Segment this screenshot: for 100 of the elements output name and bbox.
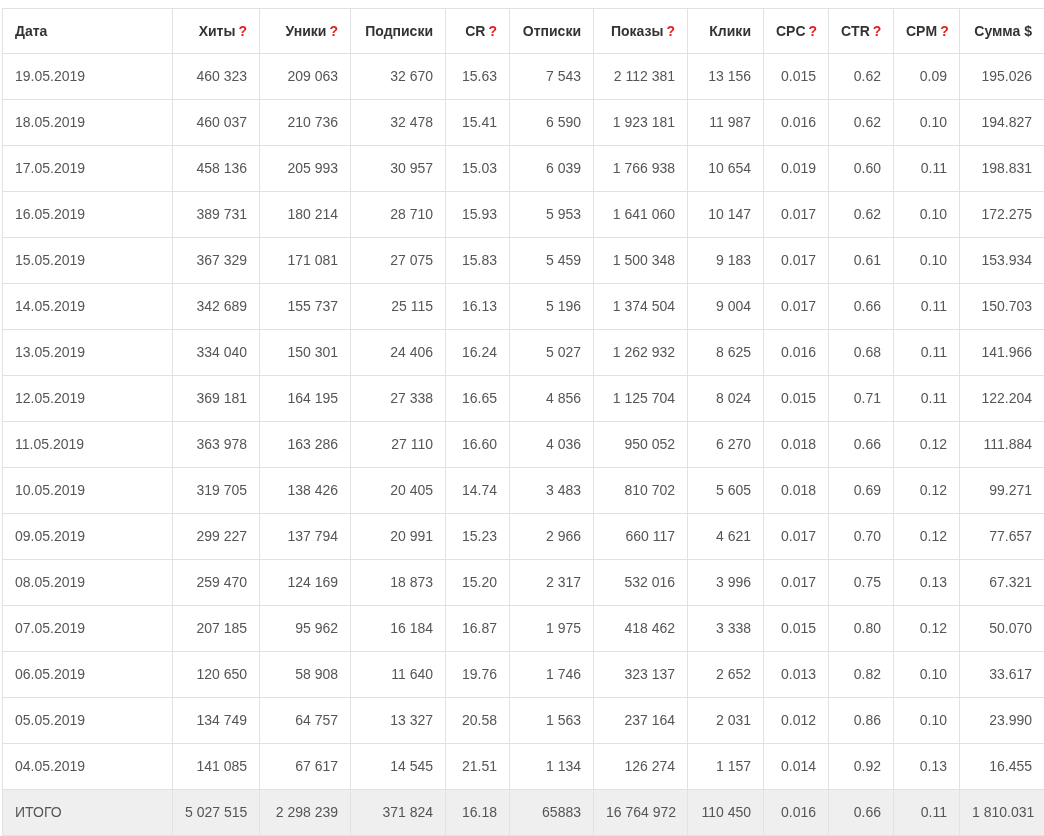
table-cell: 08.05.2019: [2, 559, 173, 606]
column-title: Отписки: [522, 22, 581, 39]
help-mark[interactable]: ?: [808, 22, 818, 39]
table-cell: 04.05.2019: [2, 743, 173, 790]
table-cell: 0.012: [763, 697, 829, 744]
table-cell: 5 953: [509, 191, 594, 238]
table-cell: 64 757: [259, 697, 351, 744]
table-cell: 0.13: [893, 743, 960, 790]
table-cell: 660 117: [593, 513, 688, 560]
table-cell: 2 966: [509, 513, 594, 560]
total-cell: 371 824: [350, 789, 446, 836]
table-cell: 0.11: [893, 283, 960, 330]
table-cell: 460 323: [172, 53, 260, 100]
table-cell: 16.24: [445, 329, 510, 376]
table-cell: 0.66: [828, 283, 894, 330]
table-cell: 0.92: [828, 743, 894, 790]
table-cell: 0.68: [828, 329, 894, 376]
table-cell: 1 746: [509, 651, 594, 698]
table-cell: 0.12: [893, 467, 960, 514]
table-cell: 369 181: [172, 375, 260, 422]
table-cell: 18 873: [350, 559, 446, 606]
table-cell: 1 374 504: [593, 283, 688, 330]
table-cell: 24 406: [350, 329, 446, 376]
table-cell: 6 039: [509, 145, 594, 192]
table-cell: 15.05.2019: [2, 237, 173, 284]
help-mark[interactable]: ?: [666, 22, 675, 39]
table-cell: 0.62: [828, 191, 894, 238]
table-cell: 237 164: [593, 697, 688, 744]
help-mark[interactable]: ?: [329, 22, 338, 39]
table-cell: 2 317: [509, 559, 594, 606]
help-mark[interactable]: ?: [238, 22, 247, 39]
help-mark[interactable]: ?: [488, 22, 497, 39]
table-cell: 0.71: [828, 375, 894, 422]
table-cell: 1 500 348: [593, 237, 688, 284]
table-cell: 4 621: [687, 513, 764, 560]
table-cell: 9 183: [687, 237, 764, 284]
table-cell: 0.09: [893, 53, 960, 100]
table-cell: 0.62: [828, 99, 894, 146]
table-cell: 10 654: [687, 145, 764, 192]
table-cell: 134 749: [172, 697, 260, 744]
table-cell: 16.05.2019: [2, 191, 173, 238]
table-cell: 0.013: [763, 651, 829, 698]
total-cell: 110 450: [687, 789, 764, 836]
table-cell: 150 301: [259, 329, 351, 376]
table-cell: 16.60: [445, 421, 510, 468]
table-cell: 1 125 704: [593, 375, 688, 422]
column-title: Подписки: [365, 22, 433, 39]
table-cell: 0.019: [763, 145, 829, 192]
column-title: Показы: [610, 22, 664, 39]
column-title: Клики: [709, 22, 751, 39]
table-cell: 0.75: [828, 559, 894, 606]
table-cell: 334 040: [172, 329, 260, 376]
table-cell: 20.58: [445, 697, 510, 744]
table-cell: 11 640: [350, 651, 446, 698]
table-cell: 6 270: [687, 421, 764, 468]
table-cell: 126 274: [593, 743, 688, 790]
table-cell: 27 110: [350, 421, 446, 468]
table-cell: 0.015: [763, 53, 829, 100]
table-cell: 5 027: [509, 329, 594, 376]
table-cell: 0.016: [763, 329, 829, 376]
table-cell: 10 147: [687, 191, 764, 238]
table-cell: 2 652: [687, 651, 764, 698]
table-cell: 155 737: [259, 283, 351, 330]
table-cell: 319 705: [172, 467, 260, 514]
table-cell: 1 563: [509, 697, 594, 744]
help-mark[interactable]: ?: [872, 22, 882, 39]
table-cell: 13 327: [350, 697, 446, 744]
table-cell: 0.10: [893, 237, 960, 284]
table-cell: 164 195: [259, 375, 351, 422]
table-cell: 13.05.2019: [2, 329, 173, 376]
table-cell: 20 991: [350, 513, 446, 560]
table-cell: 5 459: [509, 237, 594, 284]
table-cell: 3 338: [687, 605, 764, 652]
table-cell: 15.23: [445, 513, 510, 560]
table-cell: 5 605: [687, 467, 764, 514]
total-cell: 0.11: [893, 789, 960, 836]
table-cell: 58 908: [259, 651, 351, 698]
table-cell: 15.03: [445, 145, 510, 192]
table-cell: 0.018: [763, 421, 829, 468]
table-cell: 0.80: [828, 605, 894, 652]
table-cell: 1 134: [509, 743, 594, 790]
help-mark[interactable]: ?: [940, 22, 949, 39]
table-cell: 0.11: [893, 375, 960, 422]
table-cell: 32 670: [350, 53, 446, 100]
table-cell: 27 075: [350, 237, 446, 284]
table-cell: 141 085: [172, 743, 260, 790]
table-cell: 6 590: [509, 99, 594, 146]
table-cell: 11.05.2019: [2, 421, 173, 468]
table-cell: 19.76: [445, 651, 510, 698]
table-cell: 0.015: [763, 375, 829, 422]
table-cell: 259 470: [172, 559, 260, 606]
table-cell: 67 617: [259, 743, 351, 790]
table-cell: 950 052: [593, 421, 688, 468]
table-cell: 21.51: [445, 743, 510, 790]
table-cell: 05.05.2019: [2, 697, 173, 744]
table-cell: 1 923 181: [593, 99, 688, 146]
total-cell: 0.016: [763, 789, 829, 836]
column-title: CPM: [906, 22, 938, 39]
table-cell: 17.05.2019: [2, 145, 173, 192]
table-cell: 0.12: [893, 513, 960, 560]
